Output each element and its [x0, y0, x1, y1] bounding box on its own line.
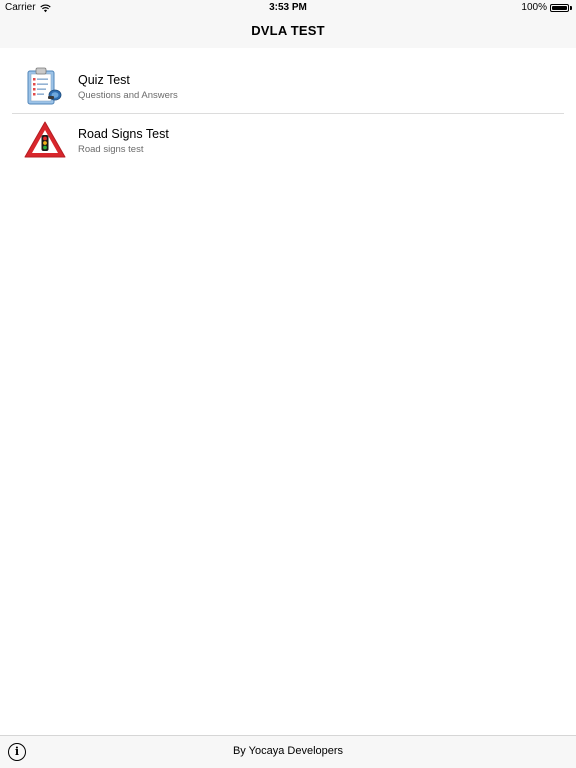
list-item-subtitle: Road signs test [78, 144, 144, 155]
battery-level-fill [552, 6, 567, 10]
list-item-title: Quiz Test [78, 73, 130, 87]
footer-credit: By Yocaya Developers [232, 745, 344, 757]
status-time: 3:53 PM [269, 2, 307, 13]
list-item-road-signs-test[interactable]: Road Signs Test Road signs test [0, 114, 576, 168]
list-item-quiz-test[interactable]: Quiz Test Questions and Answers [0, 60, 576, 114]
battery-icon [550, 4, 569, 12]
bottom-toolbar: i By Yocaya Developers [0, 735, 576, 768]
battery-tip [570, 6, 572, 10]
list-item-subtitle: Questions and Answers [78, 90, 178, 101]
battery-percent: 100% [521, 2, 547, 13]
page-title: DVLA TEST [251, 23, 325, 38]
list-item-title: Road Signs Test [78, 127, 169, 141]
clipboard-quiz-icon [23, 65, 67, 109]
navigation-bar: DVLA TEST [0, 16, 576, 48]
traffic-light-warning-sign-icon [23, 119, 67, 163]
status-right: 100% [521, 0, 572, 16]
status-bar: Carrier 3:53 PM 100% [0, 0, 576, 16]
test-list: Quiz Test Questions and Answers Road Sig… [0, 60, 576, 168]
app-screen: Carrier 3:53 PM 100% DVLA TEST Quiz Test… [0, 0, 576, 768]
